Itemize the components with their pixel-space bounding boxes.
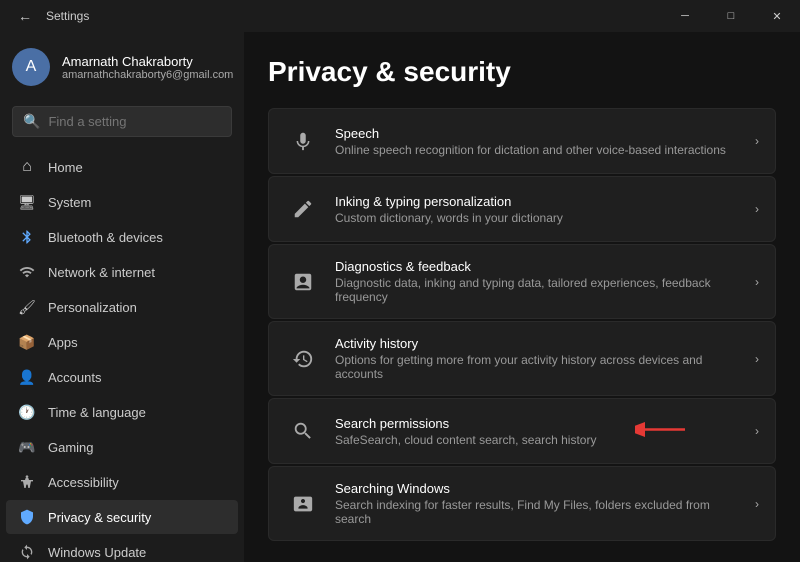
sidebar-label-accounts: Accounts [48,370,101,385]
maximize-button[interactable]: □ [708,0,754,32]
sidebar-item-personalization[interactable]: 🖌 Personalization [6,290,238,324]
activity-desc: Options for getting more from your activ… [335,353,747,381]
sidebar-item-apps[interactable]: 📦 Apps [6,325,238,359]
searching-text: Searching Windows Search indexing for fa… [335,481,747,526]
page-title: Privacy & security [268,56,776,88]
diagnostics-chevron: › [755,275,759,289]
user-info: Amarnath Chakraborty amarnathchakraborty… [62,54,233,81]
sidebar-item-bluetooth[interactable]: Bluetooth & devices [6,220,238,254]
sidebar-label-personalization: Personalization [48,300,137,315]
close-button[interactable]: ✕ [754,0,800,32]
sidebar-label-accessibility: Accessibility [48,475,119,490]
time-icon: 🕐 [18,403,36,421]
sidebar-label-gaming: Gaming [48,440,94,455]
sidebar-item-windows-update[interactable]: Windows Update [6,535,238,562]
speech-title: Speech [335,126,747,141]
inking-text: Inking & typing personalization Custom d… [335,194,747,225]
apps-icon: 📦 [18,333,36,351]
setting-inking[interactable]: Inking & typing personalization Custom d… [268,176,776,242]
sidebar-label-apps: Apps [48,335,78,350]
speech-desc: Online speech recognition for dictation … [335,143,747,157]
personalization-icon: 🖌 [18,298,36,316]
user-name: Amarnath Chakraborty [62,54,233,69]
sidebar: A Amarnath Chakraborty amarnathchakrabor… [0,32,244,562]
speech-text: Speech Online speech recognition for dic… [335,126,747,157]
titlebar-controls: ─ □ ✕ [662,0,800,32]
minimize-button[interactable]: ─ [662,0,708,32]
content-area: Privacy & security Speech Online speech … [244,32,800,562]
inking-title: Inking & typing personalization [335,194,747,209]
search-input[interactable] [48,114,224,129]
search-box[interactable]: 🔍 [12,106,232,137]
accounts-icon: 👤 [18,368,36,386]
network-icon [18,263,36,281]
sidebar-item-accessibility[interactable]: Accessibility [6,465,238,499]
diagnostics-text: Diagnostics & feedback Diagnostic data, … [335,259,747,304]
sidebar-label-time: Time & language [48,405,146,420]
update-icon [18,543,36,561]
activity-text: Activity history Options for getting mor… [335,336,747,381]
back-button[interactable]: ← [12,4,38,28]
diagnostics-desc: Diagnostic data, inking and typing data,… [335,276,747,304]
window-title: Settings [46,9,89,23]
user-section[interactable]: A Amarnath Chakraborty amarnathchakrabor… [0,32,244,98]
diagnostics-title: Diagnostics & feedback [335,259,747,274]
titlebar: ← Settings ─ □ ✕ [0,0,800,32]
searching-icon [285,486,321,522]
sidebar-item-accounts[interactable]: 👤 Accounts [6,360,238,394]
speech-chevron: › [755,134,759,148]
home-icon: ⌂ [18,158,36,176]
gaming-icon: 🎮 [18,438,36,456]
activity-icon [285,341,321,377]
main-layout: A Amarnath Chakraborty amarnathchakrabor… [0,32,800,562]
titlebar-left: ← Settings [12,4,89,28]
diagnostics-icon [285,264,321,300]
search-perm-icon [285,413,321,449]
sidebar-item-home[interactable]: ⌂ Home [6,150,238,184]
accessibility-icon [18,473,36,491]
setting-speech[interactable]: Speech Online speech recognition for dic… [268,108,776,174]
setting-diagnostics[interactable]: Diagnostics & feedback Diagnostic data, … [268,244,776,319]
searching-chevron: › [755,497,759,511]
sidebar-label-network: Network & internet [48,265,155,280]
sidebar-item-network[interactable]: Network & internet [6,255,238,289]
setting-activity[interactable]: Activity history Options for getting mor… [268,321,776,396]
sidebar-label-bluetooth: Bluetooth & devices [48,230,163,245]
red-arrow-annotation [635,415,695,448]
search-icon: 🔍 [23,113,40,130]
searching-title: Searching Windows [335,481,747,496]
speech-icon [285,123,321,159]
sidebar-label-privacy: Privacy & security [48,510,151,525]
sidebar-label-system: System [48,195,91,210]
inking-chevron: › [755,202,759,216]
system-icon: 🖥 [18,193,36,211]
inking-icon [285,191,321,227]
sidebar-nav: ⌂ Home 🖥 System Bluetooth & devices Ne [0,145,244,562]
sidebar-label-home: Home [48,160,83,175]
setting-searching-windows[interactable]: Searching Windows Search indexing for fa… [268,466,776,541]
sidebar-item-privacy[interactable]: Privacy & security [6,500,238,534]
sidebar-label-update: Windows Update [48,545,146,560]
setting-search-permissions[interactable]: Search permissions SafeSearch, cloud con… [268,398,776,464]
user-email: amarnathchakraborty6@gmail.com [62,69,233,81]
sidebar-item-time-language[interactable]: 🕐 Time & language [6,395,238,429]
settings-list: Speech Online speech recognition for dic… [268,108,776,541]
sidebar-item-system[interactable]: 🖥 System [6,185,238,219]
searching-desc: Search indexing for faster results, Find… [335,498,747,526]
search-perm-chevron: › [755,424,759,438]
activity-chevron: › [755,352,759,366]
bluetooth-icon [18,228,36,246]
privacy-icon [18,508,36,526]
activity-title: Activity history [335,336,747,351]
sidebar-item-gaming[interactable]: 🎮 Gaming [6,430,238,464]
inking-desc: Custom dictionary, words in your diction… [335,211,747,225]
avatar: A [12,48,50,86]
